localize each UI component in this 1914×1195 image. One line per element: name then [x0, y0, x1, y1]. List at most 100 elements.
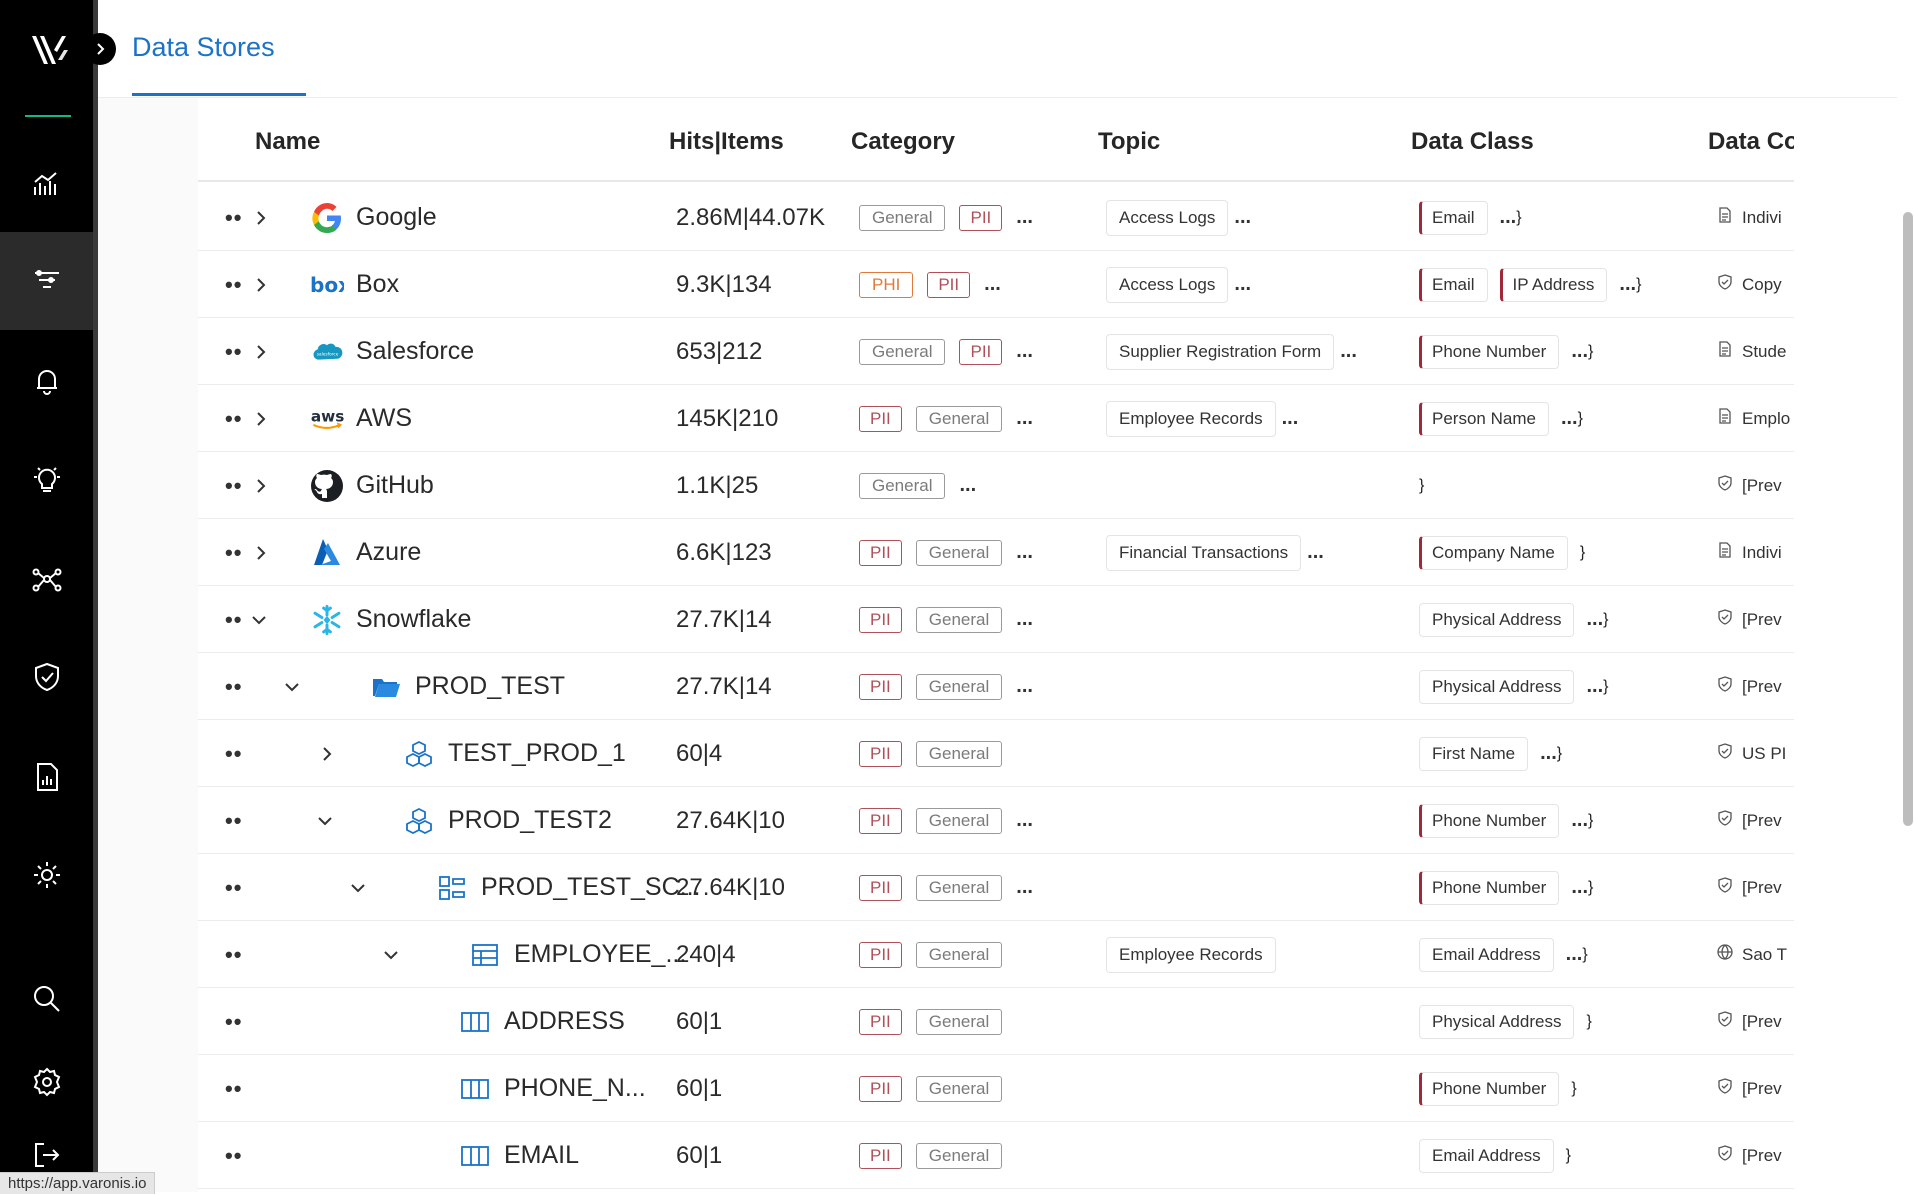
data-class-chip[interactable]: Physical Address [1419, 602, 1575, 637]
collapse-chevron-icon[interactable] [382, 921, 400, 988]
data-class-chip[interactable]: IP Address [1499, 267, 1608, 302]
row-menu-button[interactable]: •• [225, 607, 242, 633]
topic-more-button[interactable]: ... [1307, 541, 1324, 564]
data-class-chip[interactable]: Email Address [1419, 937, 1554, 972]
row-menu-button[interactable]: •• [225, 540, 242, 566]
table-row[interactable]: •• Azure 6.6K|123 PII General... Financial … [198, 519, 1794, 586]
datastore-name[interactable]: PHONE_N... [504, 1074, 646, 1103]
data-co-cell[interactable]: Sao T [1716, 921, 1787, 988]
row-menu-button[interactable]: •• [225, 741, 242, 767]
expand-chevron-icon[interactable] [252, 385, 270, 452]
graph-icon[interactable] [0, 530, 93, 628]
data-class-chip[interactable]: First Name [1419, 736, 1529, 771]
data-class-more-button[interactable]: ... [1540, 742, 1557, 765]
category-more-button[interactable]: ... [1016, 407, 1033, 430]
data-class-chip[interactable]: Email [1419, 267, 1488, 302]
expand-chevron-icon[interactable] [252, 251, 270, 318]
topic-more-button[interactable]: ... [1282, 407, 1299, 430]
data-co-cell[interactable]: [Prev [1716, 1055, 1782, 1122]
data-co-cell[interactable]: [Prev [1716, 1122, 1782, 1189]
data-class-more-button[interactable]: ... [1586, 675, 1603, 698]
data-co-cell[interactable]: [Prev [1716, 586, 1782, 653]
datastore-name[interactable]: Azure [356, 538, 421, 567]
data-class-more-button[interactable]: ... [1571, 876, 1588, 899]
table-row[interactable]: •• box Box 9.3K|134 PHI PII... Access Logs.… [198, 251, 1794, 318]
name-cell[interactable]: box Box [310, 251, 399, 318]
data-co-cell[interactable]: [Prev [1716, 988, 1782, 1055]
row-menu-button[interactable]: •• [225, 808, 242, 834]
expand-chevron-icon[interactable] [252, 184, 270, 251]
varonis-logo-icon[interactable] [24, 30, 74, 70]
topic-chip[interactable]: Supplier Registration Form [1106, 333, 1335, 370]
table-row[interactable]: •• ADDRESS 60|1 PII General Physical Addres… [198, 988, 1794, 1055]
datastore-name[interactable]: Box [356, 270, 399, 299]
data-class-more-button[interactable]: ... [1571, 340, 1588, 363]
row-menu-button[interactable]: •• [225, 674, 242, 700]
data-class-chip[interactable]: Phone Number [1419, 803, 1560, 838]
category-more-button[interactable]: ... [1016, 206, 1033, 229]
data-class-more-button[interactable]: ... [1561, 407, 1578, 430]
column-header-topic[interactable]: Topic [1098, 128, 1160, 156]
data-co-cell[interactable]: US PI [1716, 720, 1786, 787]
expand-chevron-icon[interactable] [252, 452, 270, 519]
data-class-chip[interactable]: Phone Number [1419, 334, 1560, 369]
name-cell[interactable]: TEST_PROD_1 [402, 720, 626, 787]
table-row[interactable]: •• aws AWS 145K|210 PII General... Employee… [198, 385, 1794, 452]
data-class-chip[interactable]: Email [1419, 200, 1488, 235]
table-row[interactable]: •• PROD_TEST 27.7K|14 PII General... Physic… [198, 653, 1794, 720]
datastore-name[interactable]: GitHub [356, 471, 434, 500]
collapse-chevron-icon[interactable] [349, 854, 367, 921]
expand-chevron-icon[interactable] [252, 519, 270, 586]
data-class-chip[interactable]: Person Name [1419, 401, 1549, 436]
name-cell[interactable]: PROD_TEST [369, 653, 565, 720]
datastore-name[interactable]: EMPLOYEE_... [514, 940, 686, 969]
name-cell[interactable]: aws AWS [310, 385, 412, 452]
datastore-name[interactable]: EMAIL [504, 1141, 579, 1170]
name-cell[interactable]: EMAIL [458, 1122, 579, 1189]
data-class-chip[interactable]: Physical Address [1419, 1004, 1575, 1039]
table-row[interactable]: •• EMAIL 60|1 PII General Email Address} [P… [198, 1122, 1794, 1189]
table-row[interactable]: •• PHONE_N... 60|1 PII General Phone Number… [198, 1055, 1794, 1122]
topic-chip[interactable]: Financial Transactions [1106, 534, 1302, 571]
row-menu-button[interactable]: •• [225, 272, 242, 298]
data-co-cell[interactable]: [Prev [1716, 452, 1782, 519]
data-co-cell[interactable]: [Prev [1716, 653, 1782, 720]
data-class-more-button[interactable]: ... [1586, 608, 1603, 631]
category-more-button[interactable]: ... [1016, 340, 1033, 363]
expand-chevron-icon[interactable] [318, 720, 336, 787]
data-co-cell[interactable]: Copy [1716, 251, 1782, 318]
name-cell[interactable]: Google [310, 184, 437, 251]
datastore-name[interactable]: ADDRESS [504, 1007, 625, 1036]
collapse-chevron-icon[interactable] [316, 787, 334, 854]
name-cell[interactable]: GitHub [310, 452, 434, 519]
table-row[interactable]: •• salesforce Salesforce 653|212 General P… [198, 318, 1794, 385]
data-class-chip[interactable]: Phone Number [1419, 870, 1560, 905]
row-menu-button[interactable]: •• [225, 339, 242, 365]
table-row[interactable]: •• Google 2.86M|44.07K General PII... Acces… [198, 184, 1794, 251]
category-more-button[interactable]: ... [1016, 809, 1033, 832]
name-cell[interactable]: ADDRESS [458, 988, 625, 1055]
data-co-cell[interactable]: Emplo [1716, 385, 1790, 452]
filters-icon[interactable] [0, 232, 93, 330]
name-cell[interactable]: EMPLOYEE_... [468, 921, 686, 988]
category-more-button[interactable]: ... [1016, 876, 1033, 899]
name-cell[interactable]: salesforce Salesforce [310, 318, 474, 385]
data-class-chip[interactable]: Company Name [1419, 535, 1568, 570]
category-more-button[interactable]: ... [984, 273, 1001, 296]
datastore-name[interactable]: Google [356, 203, 437, 232]
collapse-chevron-icon[interactable] [283, 653, 301, 720]
table-row[interactable]: •• TEST_PROD_1 60|4 PII General First Name.… [198, 720, 1794, 787]
data-co-cell[interactable]: Indivi [1716, 184, 1782, 251]
shield-check-icon[interactable] [0, 628, 93, 726]
topic-more-button[interactable]: ... [1234, 206, 1251, 229]
dashboard-icon[interactable] [0, 135, 93, 233]
tab-data-stores[interactable]: Data Stores [132, 32, 275, 63]
bell-icon[interactable] [0, 332, 93, 430]
row-menu-button[interactable]: •• [225, 205, 242, 231]
row-menu-button[interactable]: •• [225, 1076, 242, 1102]
column-header-name[interactable]: Name [255, 128, 320, 156]
data-class-more-button[interactable]: ... [1571, 809, 1588, 832]
data-co-cell[interactable]: [Prev [1716, 787, 1782, 854]
expand-chevron-icon[interactable] [252, 318, 270, 385]
name-cell[interactable]: Azure [310, 519, 421, 586]
